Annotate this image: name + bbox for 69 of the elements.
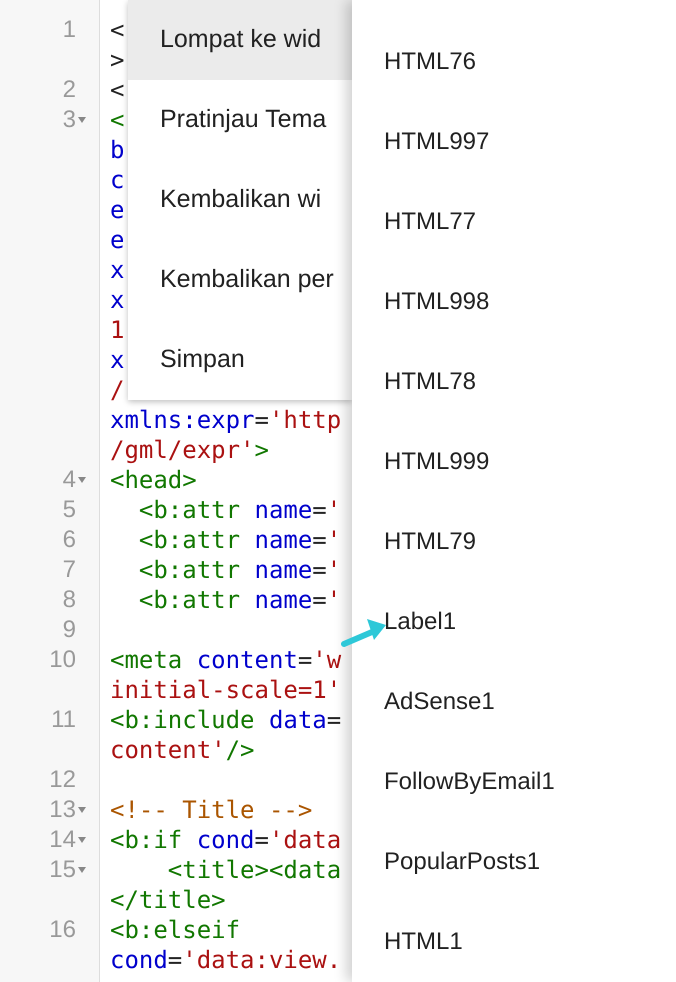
code-line: <b:include data=: [110, 706, 342, 734]
menu-item[interactable]: Kembalikan wi: [128, 160, 352, 240]
fold-arrow-icon[interactable]: [78, 837, 86, 843]
annotation-arrow: [340, 618, 388, 648]
fold-arrow-icon[interactable]: [78, 117, 86, 123]
fold-arrow-icon[interactable]: [78, 807, 86, 813]
code-line: </title>: [110, 886, 226, 914]
code-line: x: [110, 286, 124, 314]
code-line: <: [110, 106, 124, 134]
line-number: 10: [49, 645, 76, 675]
code-line: 1: [110, 316, 124, 344]
menu-item[interactable]: Pratinjau Tema: [128, 80, 352, 160]
code-line: <b:attr name=': [138, 586, 342, 614]
line-number: 4: [62, 465, 76, 495]
widget-list-item[interactable]: PopularPosts1: [384, 844, 540, 880]
code-line: e: [110, 196, 124, 224]
widget-list-item[interactable]: FollowByEmail1: [384, 764, 555, 800]
code-line: e: [110, 226, 124, 254]
code-line: <b:attr name=': [138, 496, 342, 524]
widget-list-item[interactable]: HTML999: [384, 444, 490, 480]
menu-item[interactable]: Kembalikan per: [128, 240, 352, 320]
code-line: <b:if cond='data: [110, 826, 342, 854]
code-line: <meta content='w: [110, 646, 342, 674]
code-line: c: [110, 166, 124, 194]
widget-list-item[interactable]: HTML78: [384, 364, 476, 400]
widget-list-item[interactable]: HTML77: [384, 204, 476, 240]
code-line: x: [110, 346, 124, 374]
line-number: 12: [49, 765, 76, 795]
code-line: <: [110, 76, 124, 104]
line-number: 1: [62, 15, 76, 45]
code-line: <!-- Title -->: [110, 796, 312, 824]
code-line: <title><data: [166, 856, 342, 884]
line-number: 2: [62, 75, 76, 105]
widget-list-item[interactable]: AdSense1: [384, 684, 495, 720]
menu-item[interactable]: Simpan: [128, 320, 352, 400]
code-line: initial-scale=1': [110, 676, 342, 704]
line-number: 5: [62, 495, 76, 525]
line-number: 8: [62, 585, 76, 615]
code-line: <head>: [110, 466, 197, 494]
widget-list-item[interactable]: HTML76: [384, 44, 476, 80]
menu-item[interactable]: Lompat ke wid: [128, 0, 352, 80]
line-number: 9: [62, 615, 76, 645]
code-line: xmlns:expr='http: [110, 406, 342, 434]
line-number: 15: [49, 855, 76, 885]
widget-list-item[interactable]: Label1: [384, 604, 456, 640]
code-line: <: [110, 16, 124, 44]
code-line: <b:elseif: [110, 916, 240, 944]
code-line: <b:attr name=': [138, 556, 342, 584]
code-line: cond='data:view.: [110, 946, 342, 974]
line-number: 11: [51, 705, 76, 735]
fold-arrow-icon[interactable]: [78, 477, 86, 483]
code-line: >: [110, 46, 124, 74]
line-number: 6: [62, 525, 76, 555]
widget-list-item[interactable]: HTML79: [384, 524, 476, 560]
fold-arrow-icon[interactable]: [78, 867, 86, 873]
line-number: 13: [49, 795, 76, 825]
line-number: 7: [62, 555, 76, 585]
code-line: /gml/expr'>: [110, 436, 269, 464]
code-line: /: [110, 376, 124, 404]
widget-list-item[interactable]: HTML1: [384, 924, 463, 960]
line-number: 14: [49, 825, 76, 855]
code-line: b: [110, 136, 124, 164]
widget-list-item[interactable]: HTML997: [384, 124, 490, 160]
line-number: 16: [49, 915, 76, 945]
code-line: content'/>: [110, 736, 254, 764]
code-line: <b:attr name=': [138, 526, 342, 554]
code-line: x: [110, 256, 124, 284]
line-number: 3: [62, 105, 76, 135]
widget-list-item[interactable]: HTML998: [384, 284, 490, 320]
